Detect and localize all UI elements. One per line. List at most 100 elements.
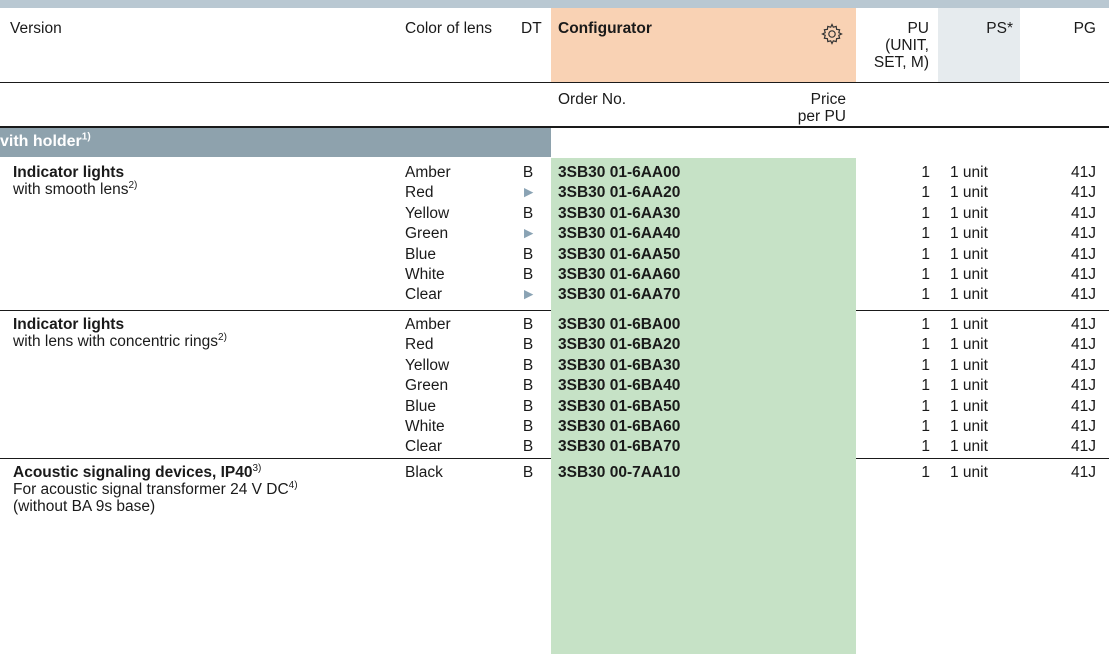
ps-value: 1 unit xyxy=(950,316,988,333)
pu-value: 1 xyxy=(921,286,930,304)
order-number: 3SB30 01-6BA30 xyxy=(558,356,681,374)
lens-color: Green xyxy=(405,225,449,243)
order-number: 3SB30 01-6AA50 xyxy=(558,245,681,263)
lens-color: White xyxy=(405,418,445,435)
pg-value: 41J xyxy=(1071,245,1096,263)
ps-value: 1 unit xyxy=(950,438,988,456)
group-1-heading: Indicator lights with smooth lens2) xyxy=(13,164,137,198)
lens-color: Clear xyxy=(405,286,443,304)
order-number: 3SB30 01-6AA00 xyxy=(558,164,681,181)
order-number: 3SB30 01-6BA60 xyxy=(558,418,681,435)
ps-value: 1 unit xyxy=(950,464,988,481)
dt-code: B xyxy=(522,377,534,395)
pg-value: 41J xyxy=(1071,164,1096,181)
group-2-title: Indicator lights xyxy=(13,316,125,333)
dt-code: ► xyxy=(521,184,537,202)
header-color-of-lens: Color of lens xyxy=(405,20,493,37)
ps-value: 1 unit xyxy=(950,204,988,222)
pu-value: 1 xyxy=(921,377,930,395)
pg-value: 41J xyxy=(1071,336,1096,354)
pu-value: 1 xyxy=(921,225,930,243)
header-pu: PU (UNIT, SET, M) xyxy=(858,20,929,71)
group-2-subtitle: with lens with concentric rings2) xyxy=(13,331,227,350)
pu-value: 1 xyxy=(921,418,930,435)
section-title: vith holder1) xyxy=(0,131,91,151)
pu-value: 1 xyxy=(921,184,930,202)
order-number: 3SB30 01-6AA30 xyxy=(558,204,681,222)
pu-value: 1 xyxy=(921,316,930,333)
group-1-title: Indicator lights xyxy=(13,164,125,181)
group-2-heading: Indicator lights with lens with concentr… xyxy=(13,316,227,350)
pg-value: 41J xyxy=(1071,266,1096,283)
dt-code: B xyxy=(522,204,534,222)
section-title-text: vith holder xyxy=(0,133,82,150)
header-price-line1: Price xyxy=(810,91,846,108)
header-divider xyxy=(0,82,1109,83)
ps-value: 1 unit xyxy=(950,356,988,374)
group-divider-1b xyxy=(856,310,1109,311)
ps-value: 1 unit xyxy=(950,184,988,202)
pu-value: 1 xyxy=(921,266,930,283)
dt-code: B xyxy=(522,438,534,456)
pu-value: 1 xyxy=(921,438,930,456)
pu-value: 1 xyxy=(921,397,930,415)
group-divider-2b xyxy=(856,458,1109,459)
pg-value: 41J xyxy=(1071,184,1096,202)
dt-code: B xyxy=(522,266,534,283)
dt-code: B xyxy=(522,356,534,374)
pg-value: 41J xyxy=(1071,225,1096,243)
dt-code: B xyxy=(522,245,534,263)
dt-code: B xyxy=(522,397,534,415)
order-number: 3SB30 00-7AA10 xyxy=(558,464,681,481)
pg-value: 41J xyxy=(1071,464,1096,481)
order-number: 3SB30 01-6BA00 xyxy=(558,316,681,333)
order-number: 3SB30 01-6AA60 xyxy=(558,266,681,283)
dt-code: ► xyxy=(521,286,537,304)
pg-value: 41J xyxy=(1071,204,1096,222)
header-configurator: Configurator xyxy=(558,20,652,37)
pu-value: 1 xyxy=(921,464,930,481)
pg-value: 41J xyxy=(1071,377,1096,395)
header-bottom-rule xyxy=(0,126,1109,128)
header-dt: DT xyxy=(521,20,542,37)
ps-value: 1 unit xyxy=(950,336,988,354)
lens-color: Blue xyxy=(405,397,437,415)
pg-value: 41J xyxy=(1071,316,1096,333)
header-order-no: Order No. xyxy=(558,91,627,108)
pg-value: 41J xyxy=(1071,356,1096,374)
group-3-heading: Acoustic signaling devices, IP403) For a… xyxy=(13,462,298,515)
header-pu-line2: (UNIT, xyxy=(885,37,929,54)
lens-color: Green xyxy=(405,377,449,395)
pu-value: 1 xyxy=(921,356,930,374)
pg-value: 41J xyxy=(1071,438,1096,456)
dt-code: ► xyxy=(521,225,537,243)
order-number: 3SB30 01-6BA70 xyxy=(558,438,681,456)
lens-color: Yellow xyxy=(405,356,450,374)
group-3-title: Acoustic signaling devices, IP403) xyxy=(13,462,262,481)
header-price-line2: per PU xyxy=(797,108,846,125)
header-ps: PS* xyxy=(986,20,1013,37)
header-version: Version xyxy=(10,20,62,37)
header-price: Price per PU xyxy=(760,91,846,125)
lens-color: Red xyxy=(405,184,434,202)
ps-value: 1 unit xyxy=(950,225,988,243)
ps-value: 1 unit xyxy=(950,286,988,304)
header-pu-line1: PU xyxy=(907,20,929,37)
dt-code: B xyxy=(522,464,534,481)
lens-color: Red xyxy=(405,336,434,354)
section-footnote: 1) xyxy=(81,131,91,143)
pu-value: 1 xyxy=(921,336,930,354)
group-3-subtitle-2: (without BA 9s base) xyxy=(13,498,156,515)
gear-icon[interactable] xyxy=(820,22,844,46)
ps-value: 1 unit xyxy=(950,418,988,435)
pg-value: 41J xyxy=(1071,397,1096,415)
lens-color: Amber xyxy=(405,164,451,181)
order-number: 3SB30 01-6BA40 xyxy=(558,377,681,395)
pu-value: 1 xyxy=(921,245,930,263)
order-number: 3SB30 01-6AA20 xyxy=(558,184,681,202)
lens-color: Clear xyxy=(405,438,443,456)
header-pg: PG xyxy=(1073,20,1096,37)
lens-color: Black xyxy=(405,464,443,481)
dt-code: B xyxy=(522,316,534,333)
pu-value: 1 xyxy=(921,164,930,181)
